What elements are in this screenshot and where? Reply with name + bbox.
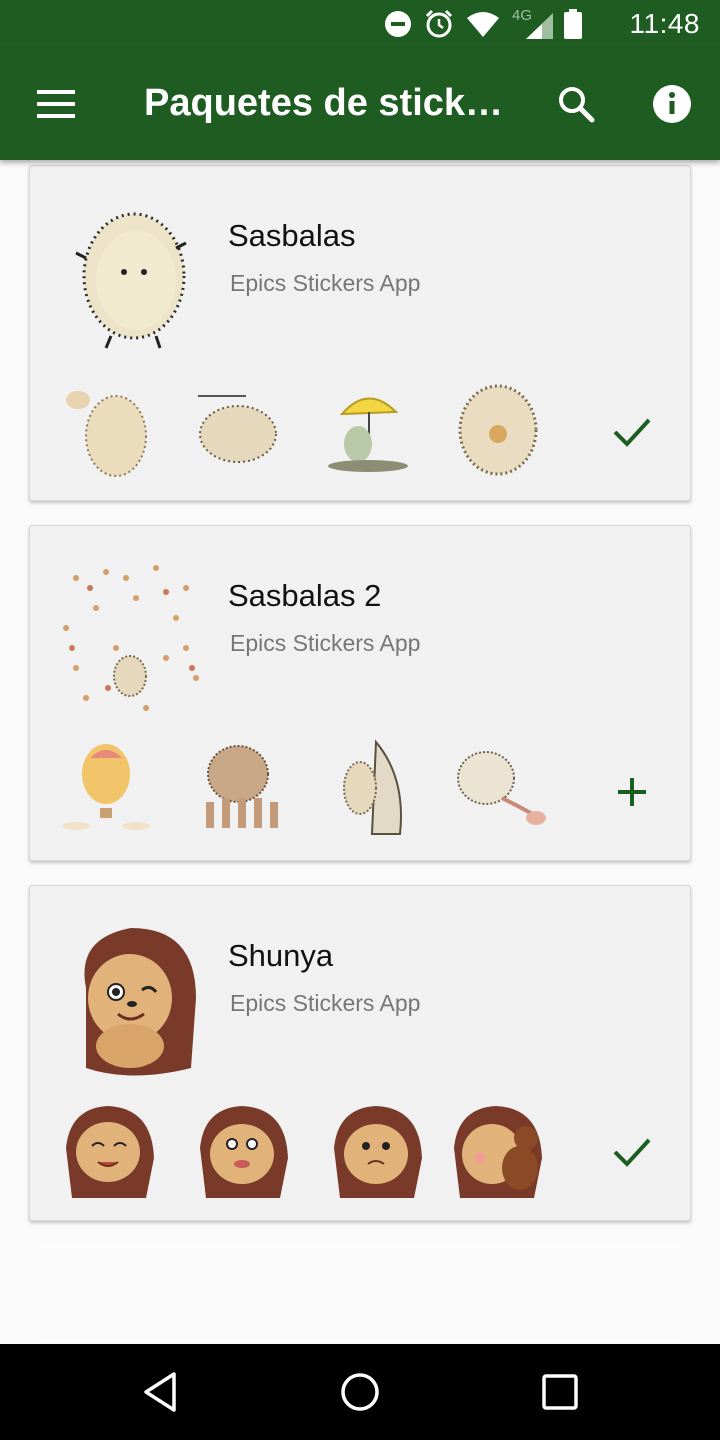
back-button[interactable] <box>136 1368 184 1416</box>
home-button[interactable] <box>336 1368 384 1416</box>
system-nav-bar <box>0 1344 720 1440</box>
sticker-preview <box>206 745 278 828</box>
sticker-preview <box>454 1106 542 1198</box>
search-button[interactable] <box>548 76 604 132</box>
cell-signal: 4G <box>512 7 553 39</box>
sticker-pack-card[interactable]: Sasbalas Epics Stickers App <box>29 165 691 501</box>
sticker-preview <box>457 751 546 825</box>
sticker-preview <box>62 744 150 830</box>
sticker-preview <box>334 1106 422 1198</box>
check-icon <box>613 1138 651 1167</box>
battery-icon <box>564 9 582 39</box>
pack-name: Sasbalas <box>228 218 356 253</box>
search-icon <box>559 87 595 123</box>
add-pack-button[interactable] <box>606 766 658 818</box>
sticker-previews <box>56 1098 576 1202</box>
sticker-preview <box>328 397 408 472</box>
sticker-previews <box>56 738 576 842</box>
pack-publisher: Epics Stickers App <box>230 270 421 296</box>
tray-sticker-image <box>63 565 199 711</box>
pack-name: Shunya <box>228 938 334 973</box>
recents-icon <box>542 1374 578 1410</box>
sticker-preview <box>200 1106 288 1198</box>
list-divider <box>40 1340 680 1343</box>
status-time: 11:48 <box>629 8 700 39</box>
tray-sticker-image <box>75 212 187 349</box>
plus-icon <box>618 778 646 806</box>
sticker-preview <box>66 1106 154 1198</box>
sticker-previews <box>56 378 576 482</box>
do-not-disturb-icon <box>385 11 411 37</box>
sticker-preview <box>458 384 538 476</box>
home-icon <box>341 1373 379 1411</box>
sticker-pack-card[interactable]: Sasbalas 2 Epics Stickers App <box>29 525 691 861</box>
wifi-icon <box>467 12 499 37</box>
sticker-pack-card[interactable]: Shunya Epics Stickers App <box>29 885 691 1221</box>
list-divider <box>40 1245 680 1248</box>
pack-added-indicator[interactable] <box>606 406 658 458</box>
back-icon <box>144 1372 176 1412</box>
sticker-preview <box>198 395 277 463</box>
pack-added-indicator[interactable] <box>606 1126 658 1178</box>
status-bar: 4G 11:48 <box>0 0 720 48</box>
sticker-preview <box>343 739 402 835</box>
cell-signal-icon <box>526 13 553 39</box>
info-icon <box>653 85 691 123</box>
pack-publisher: Epics Stickers App <box>230 630 421 656</box>
info-button[interactable] <box>644 76 700 132</box>
pack-publisher: Epics Stickers App <box>230 990 421 1016</box>
sticker-preview <box>66 391 147 477</box>
status-icons: 4G <box>384 6 582 42</box>
menu-icon <box>37 90 75 118</box>
recents-button[interactable] <box>536 1368 584 1416</box>
pack-name: Sasbalas 2 <box>228 578 382 613</box>
menu-button[interactable] <box>28 76 84 132</box>
app-bar: Paquetes de sticke… <box>0 48 720 160</box>
alarm-icon <box>425 9 453 38</box>
check-icon <box>613 418 651 447</box>
tray-sticker-image <box>84 928 196 1076</box>
page-title: Paquetes de sticke… <box>144 82 514 124</box>
